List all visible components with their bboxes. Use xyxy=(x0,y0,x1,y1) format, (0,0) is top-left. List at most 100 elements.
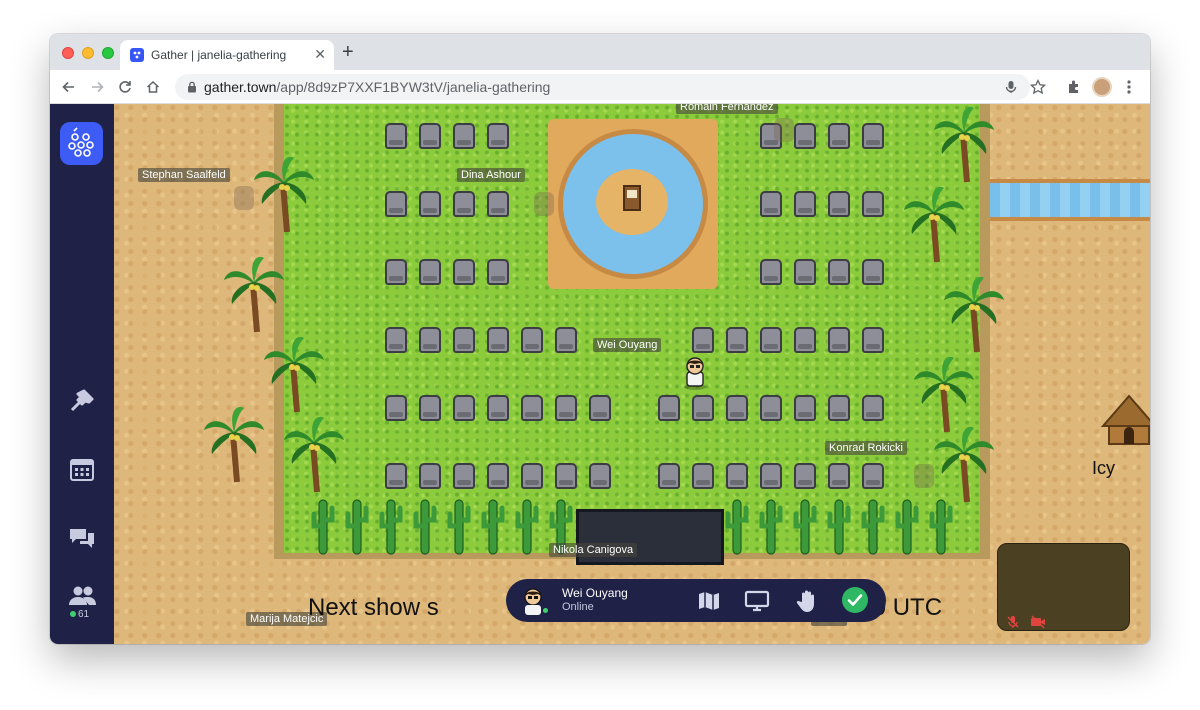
url-text[interactable]: gather.town/app/8d9zP7XXF1BYW3tV/janelia… xyxy=(204,79,550,95)
chair[interactable] xyxy=(453,191,475,217)
chair[interactable] xyxy=(794,123,816,149)
close-window-button[interactable] xyxy=(62,47,74,59)
bookmark-star-icon[interactable] xyxy=(1029,78,1047,96)
extensions-icon[interactable] xyxy=(1065,78,1083,96)
chair[interactable] xyxy=(453,395,475,421)
avatar-konrad[interactable] xyxy=(914,464,934,488)
chair[interactable] xyxy=(760,259,782,285)
chair[interactable] xyxy=(419,123,441,149)
chair[interactable] xyxy=(692,463,714,489)
hammer-icon[interactable] xyxy=(66,386,98,418)
user-status[interactable]: Online xyxy=(562,601,594,613)
reload-icon[interactable] xyxy=(114,76,136,98)
game-map[interactable]: Stephan Saalfeld Dina Ashour Romain Fern… xyxy=(114,104,1150,644)
chair[interactable] xyxy=(760,327,782,353)
participants-icon[interactable] xyxy=(66,580,98,612)
avatar-dina[interactable] xyxy=(534,192,554,216)
chair[interactable] xyxy=(828,123,850,149)
profile-avatar[interactable] xyxy=(1092,77,1112,97)
chair[interactable] xyxy=(726,463,748,489)
calendar-icon[interactable] xyxy=(66,454,98,486)
map-icon[interactable] xyxy=(696,588,722,614)
chair[interactable] xyxy=(385,123,407,149)
chair[interactable] xyxy=(555,463,577,489)
browser-tab-active[interactable]: Gather | janelia-gathering ✕ xyxy=(120,40,334,70)
raise-hand-icon[interactable] xyxy=(794,588,820,614)
new-tab-button[interactable]: + xyxy=(342,42,354,62)
chair[interactable] xyxy=(419,327,441,353)
player-avatar[interactable] xyxy=(682,356,708,390)
chair[interactable] xyxy=(658,395,680,421)
maximize-window-button[interactable] xyxy=(102,47,114,59)
avatar-stephan[interactable] xyxy=(234,186,254,210)
close-tab-icon[interactable]: ✕ xyxy=(314,46,326,62)
chair[interactable] xyxy=(828,259,850,285)
chair[interactable] xyxy=(487,259,509,285)
chair[interactable] xyxy=(555,395,577,421)
chair[interactable] xyxy=(794,259,816,285)
chair[interactable] xyxy=(487,395,509,421)
microphone-icon[interactable] xyxy=(1002,78,1020,96)
chair[interactable] xyxy=(521,395,543,421)
chair[interactable] xyxy=(487,191,509,217)
chair[interactable] xyxy=(453,463,475,489)
chair[interactable] xyxy=(862,191,884,217)
chair[interactable] xyxy=(521,327,543,353)
minimize-window-button[interactable] xyxy=(82,47,94,59)
chair[interactable] xyxy=(419,463,441,489)
chair[interactable] xyxy=(385,327,407,353)
chair[interactable] xyxy=(419,395,441,421)
chair[interactable] xyxy=(794,463,816,489)
chair[interactable] xyxy=(862,463,884,489)
chair[interactable] xyxy=(862,395,884,421)
chair[interactable] xyxy=(794,191,816,217)
forward-icon[interactable] xyxy=(86,76,108,98)
avatar-romain[interactable] xyxy=(774,118,794,142)
chair[interactable] xyxy=(760,191,782,217)
back-icon[interactable] xyxy=(58,76,80,98)
chair[interactable] xyxy=(658,463,680,489)
chair[interactable] xyxy=(828,191,850,217)
chair[interactable] xyxy=(385,463,407,489)
chair[interactable] xyxy=(385,395,407,421)
chair[interactable] xyxy=(862,327,884,353)
chair[interactable] xyxy=(828,395,850,421)
chat-icon[interactable] xyxy=(66,522,98,554)
gather-logo-icon[interactable] xyxy=(60,122,103,165)
address-bar[interactable]: gather.town/app/8d9zP7XXF1BYW3tV/janelia… xyxy=(175,74,1047,100)
camera-off-icon[interactable] xyxy=(1030,615,1046,629)
chair[interactable] xyxy=(589,463,611,489)
screen-share-icon[interactable] xyxy=(744,588,770,614)
chair[interactable] xyxy=(794,327,816,353)
checkmark-icon[interactable] xyxy=(842,587,868,613)
chair[interactable] xyxy=(726,327,748,353)
chair[interactable] xyxy=(760,395,782,421)
chair[interactable] xyxy=(453,123,475,149)
chair[interactable] xyxy=(453,259,475,285)
mic-muted-icon[interactable] xyxy=(1006,615,1020,629)
chair[interactable] xyxy=(453,327,475,353)
more-menu-icon[interactable] xyxy=(1122,78,1136,96)
chair[interactable] xyxy=(385,259,407,285)
chair[interactable] xyxy=(487,123,509,149)
chair[interactable] xyxy=(521,463,543,489)
self-video-tile[interactable] xyxy=(997,543,1130,631)
chair[interactable] xyxy=(555,327,577,353)
chair[interactable] xyxy=(828,327,850,353)
hut-icon[interactable] xyxy=(1099,392,1150,448)
chair[interactable] xyxy=(692,395,714,421)
chair[interactable] xyxy=(487,327,509,353)
chair[interactable] xyxy=(692,327,714,353)
chair[interactable] xyxy=(589,395,611,421)
chair[interactable] xyxy=(862,259,884,285)
chair[interactable] xyxy=(726,395,748,421)
chair[interactable] xyxy=(828,463,850,489)
signboard[interactable] xyxy=(623,185,641,211)
chair[interactable] xyxy=(794,395,816,421)
chair[interactable] xyxy=(760,463,782,489)
chair[interactable] xyxy=(862,123,884,149)
chair[interactable] xyxy=(419,191,441,217)
chair[interactable] xyxy=(419,259,441,285)
chair[interactable] xyxy=(487,463,509,489)
home-icon[interactable] xyxy=(142,76,164,98)
